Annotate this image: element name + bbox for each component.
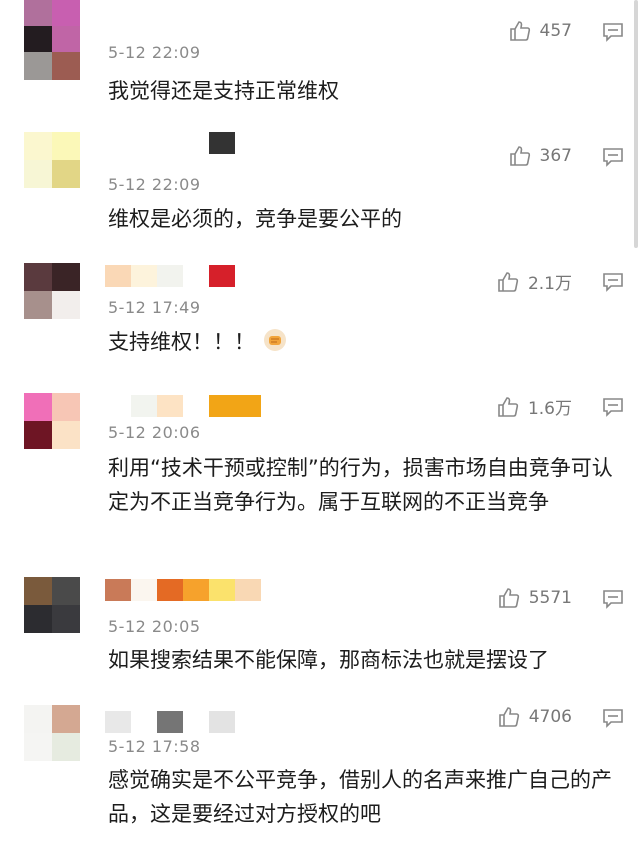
comment-text: 维权是必须的，竞争是要公平的: [108, 207, 402, 231]
like-button[interactable]: 457: [508, 19, 572, 43]
username-mosaic[interactable]: [105, 579, 261, 601]
like-count: 1.6万: [527, 399, 572, 419]
reply-icon[interactable]: [602, 589, 624, 609]
avatar[interactable]: [24, 0, 80, 80]
comment-text-content: 支持维权！！！: [108, 330, 255, 354]
comment-timestamp: 5-12 22:09: [108, 46, 201, 60]
like-count: 457: [539, 21, 572, 41]
reply-icon[interactable]: [602, 22, 624, 42]
username-mosaic[interactable]: [105, 132, 235, 154]
scrollbar[interactable]: [634, 0, 638, 248]
thumbs-up-icon: [509, 146, 530, 166]
like-button[interactable]: 2.1万: [496, 269, 572, 294]
reply-icon[interactable]: [602, 397, 624, 417]
comment-text: 支持维权！！！: [108, 325, 613, 359]
like-count: 2.1万: [527, 274, 572, 294]
thumbs-up-icon: [498, 271, 519, 292]
fist-emoji-icon: [264, 329, 286, 351]
comment-text: 利用“技术干预或控制”的行为，损害市场自由竞争可认定为不正当竞争行为。属于互联网…: [108, 456, 613, 514]
avatar[interactable]: [24, 577, 80, 633]
comment-timestamp: 5-12 17:49: [108, 298, 201, 317]
comment-text: 如果搜索结果不能保障，那商标法也就是摆设了: [108, 648, 549, 672]
username-mosaic[interactable]: [105, 711, 235, 733]
like-count: 4706: [528, 707, 572, 727]
like-button[interactable]: 367: [508, 144, 572, 168]
like-button[interactable]: 1.6万: [496, 394, 572, 419]
avatar[interactable]: [24, 263, 80, 319]
reply-icon[interactable]: [602, 272, 624, 292]
like-count: 5571: [528, 588, 572, 608]
like-count: 367: [539, 146, 572, 166]
reply-icon[interactable]: [602, 708, 624, 728]
like-button[interactable]: 5571: [497, 586, 572, 610]
comment-timestamp: 5-12 22:09: [108, 178, 201, 192]
comment-timestamp: 5-12 17:58: [108, 737, 201, 756]
like-button[interactable]: 4706: [497, 705, 572, 729]
username-mosaic[interactable]: [105, 395, 261, 417]
avatar[interactable]: [24, 393, 80, 449]
username-mosaic[interactable]: [105, 265, 235, 287]
comment-text: 感觉确实是不公平竞争，借别人的名声来推广自己的产品，这是要经过对方授权的吧: [108, 768, 612, 826]
avatar[interactable]: [24, 132, 80, 188]
thumbs-up-icon: [498, 707, 519, 727]
comment-text: 我觉得还是支持正常维权: [108, 79, 339, 103]
thumbs-up-icon: [498, 396, 519, 417]
reply-icon[interactable]: [602, 147, 624, 167]
comment-timestamp: 5-12 20:05: [108, 617, 201, 636]
thumbs-up-icon: [509, 21, 530, 41]
comment-timestamp: 5-12 20:06: [108, 423, 201, 442]
avatar[interactable]: [24, 705, 80, 761]
thumbs-up-icon: [498, 588, 519, 608]
